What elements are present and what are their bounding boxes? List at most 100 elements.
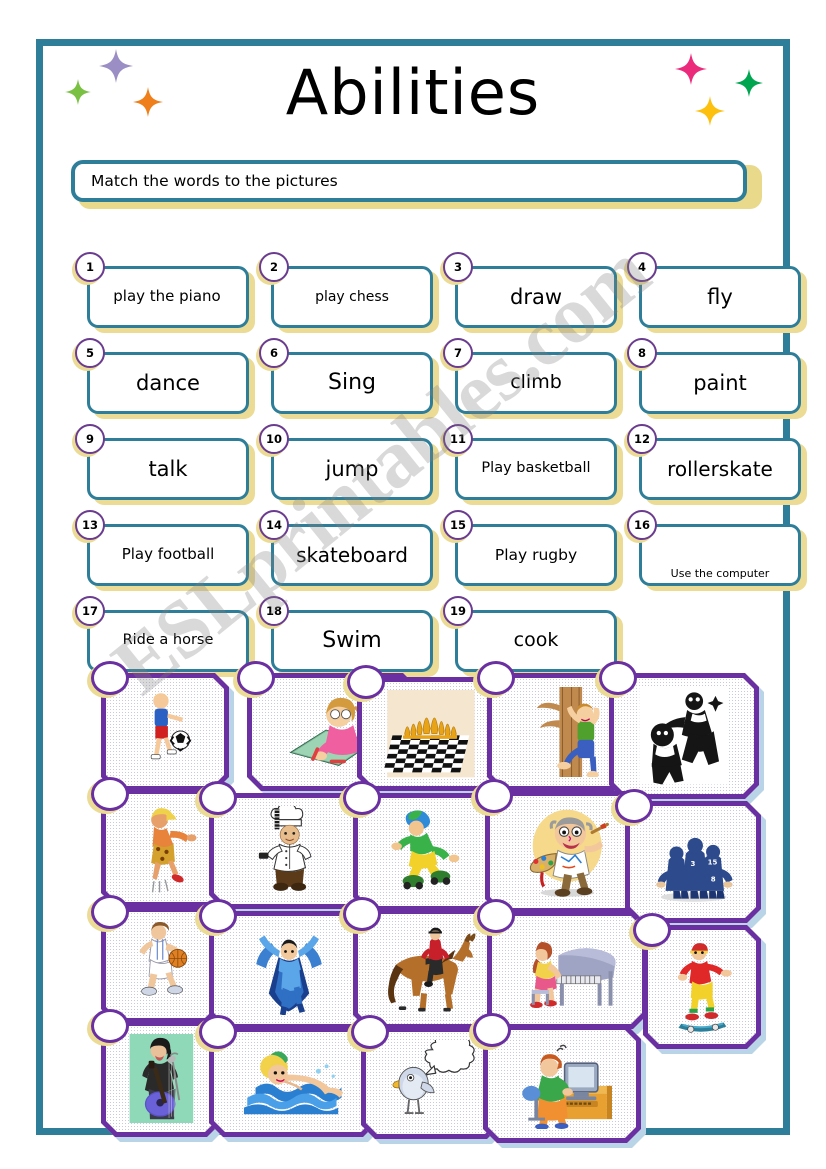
answer-circle-8[interactable] (343, 781, 381, 815)
word-card-13[interactable]: Play football 13 (72, 510, 255, 591)
ride-a-horse-icon (381, 923, 478, 1015)
word-card-box: draw (455, 266, 617, 328)
answer-circle-1[interactable] (91, 661, 129, 695)
picture-card-10[interactable]: 3 15 8 (611, 789, 761, 923)
number-badge-9: 9 (75, 424, 105, 454)
word-label: paint (693, 370, 747, 395)
word-card-box: Use the computer (639, 524, 801, 586)
word-label: Sing (328, 370, 376, 396)
answer-circle-16[interactable] (91, 1009, 129, 1043)
word-card-box: fly (639, 266, 801, 328)
word-card-3[interactable]: draw 3 (440, 252, 623, 333)
star-green-left-icon (65, 79, 91, 109)
worksheet-frame: Abilities Match the words to the picture… (36, 39, 807, 1135)
word-card-box: Play basketball (455, 438, 617, 500)
picture-card-inner (614, 678, 754, 794)
word-card-box: rollerskate (639, 438, 801, 500)
number-badge-5: 5 (75, 338, 105, 368)
word-card-7[interactable]: climb 7 (440, 338, 623, 419)
answer-circle-9[interactable] (475, 779, 513, 813)
skateboard-icon (665, 939, 738, 1035)
word-label: Play football (121, 545, 215, 564)
word-card-4[interactable]: fly 4 (624, 252, 807, 333)
answer-circle-10[interactable] (615, 789, 653, 823)
answer-circle-2[interactable] (237, 661, 275, 695)
number-badge-1: 1 (75, 252, 105, 282)
answer-circle-12[interactable] (199, 899, 237, 933)
picture-card-inner (214, 798, 364, 904)
picture-card-15[interactable] (629, 913, 761, 1049)
word-card-14[interactable]: skateboard 14 (256, 510, 439, 591)
word-card-box: paint (639, 352, 801, 414)
answer-circle-15[interactable] (633, 913, 671, 947)
star-yellow-right-icon (695, 96, 725, 130)
word-card-box: skateboard (271, 524, 433, 586)
answer-circle-13[interactable] (343, 897, 381, 931)
play-football-boy-icon (125, 687, 205, 778)
word-card-box: play the piano (87, 266, 249, 328)
word-label: Play basketball (481, 460, 591, 477)
svg-text:8: 8 (711, 875, 716, 883)
number-badge-7: 7 (443, 338, 473, 368)
word-label: Ride a horse (122, 632, 214, 649)
picture-card-5[interactable] (595, 661, 759, 799)
star-orange-left-icon (133, 87, 163, 121)
rugby-scrum-icon: 3 15 8 (650, 815, 736, 909)
cook-chef-icon (238, 806, 340, 895)
use-the-computer-icon (512, 1039, 613, 1130)
picture-card-inner (492, 916, 642, 1024)
word-label: dance (136, 370, 200, 395)
star-purple-left-icon (99, 49, 133, 87)
number-badge-4: 4 (627, 252, 657, 282)
answer-circle-5[interactable] (599, 661, 637, 695)
word-card-15[interactable]: Play rugby 15 (440, 510, 623, 591)
word-label: Swim (322, 628, 382, 654)
word-card-12[interactable]: rollerskate 12 (624, 424, 807, 505)
answer-circle-7[interactable] (199, 781, 237, 815)
picture-card-19[interactable] (469, 1013, 641, 1143)
word-card-1[interactable]: play the piano 1 (72, 252, 255, 333)
swim-icon (239, 1040, 346, 1124)
word-card-2[interactable]: play chess 2 (256, 252, 439, 333)
number-badge-14: 14 (259, 510, 289, 540)
dance-icon (125, 803, 205, 894)
word-card-10[interactable]: jump 10 (256, 424, 439, 505)
word-card-box: Sing (271, 352, 433, 414)
number-badge-12: 12 (627, 424, 657, 454)
answer-circle-11[interactable] (91, 895, 129, 929)
answer-circle-18[interactable] (351, 1015, 389, 1049)
word-card-box: jump (271, 438, 433, 500)
picture-card-1[interactable] (87, 661, 229, 791)
answer-circle-6[interactable] (91, 777, 129, 811)
picture-card-inner (106, 678, 224, 786)
answer-circle-17[interactable] (199, 1015, 237, 1049)
instruction-bar: Match the words to the pictures (71, 160, 762, 209)
number-badge-13: 13 (75, 510, 105, 540)
word-card-16[interactable]: Use the computer 16 (624, 510, 807, 591)
number-badge-17: 17 (75, 596, 105, 626)
climb-boy-icon (516, 687, 618, 778)
word-card-9[interactable]: talk 9 (72, 424, 255, 505)
number-badge-8: 8 (627, 338, 657, 368)
word-card-box: climb (455, 352, 617, 414)
word-card-8[interactable]: paint 8 (624, 338, 807, 419)
number-badge-15: 15 (443, 510, 473, 540)
rugby-tackle-icon (636, 687, 731, 784)
answer-circle-4[interactable] (477, 661, 515, 695)
word-card-11[interactable]: Play basketball 11 (440, 424, 623, 505)
picture-card-inner (362, 682, 500, 786)
basketball-icon (124, 920, 199, 1009)
picture-card-14[interactable] (473, 899, 647, 1029)
svg-text:3: 3 (691, 860, 696, 868)
word-card-6[interactable]: Sing 6 (256, 338, 439, 419)
word-card-5[interactable]: dance 5 (72, 338, 255, 419)
word-label: fly (707, 284, 733, 309)
word-card-box: Play rugby (455, 524, 617, 586)
answer-circle-14[interactable] (477, 899, 515, 933)
answer-circle-3[interactable] (347, 665, 385, 699)
picture-card-inner (358, 798, 498, 906)
sing-guitar-icon (124, 1034, 199, 1123)
word-label: play chess (315, 288, 389, 305)
picture-card-inner (488, 1030, 636, 1138)
answer-circle-19[interactable] (473, 1013, 511, 1047)
